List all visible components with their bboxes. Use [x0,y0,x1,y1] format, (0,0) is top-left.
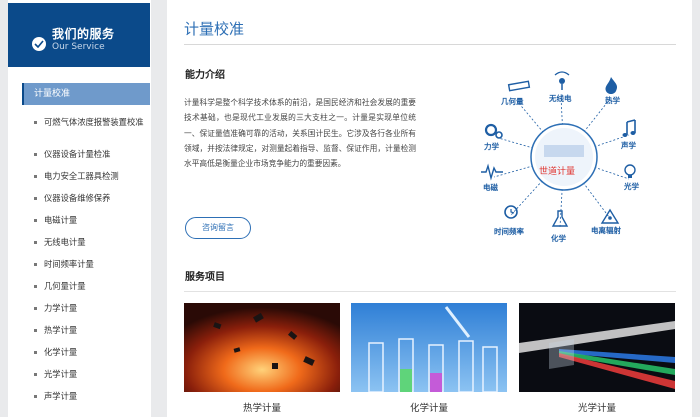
bullet-icon [34,263,37,266]
thermal-image [184,303,340,392]
services-heading: 服务项目 [185,272,225,283]
bullet-icon [34,285,37,288]
label-optical: 光学 [624,182,639,191]
sidebar-item-label: 化学计量 [44,347,78,357]
sidebar-item[interactable]: 几何量计量 [22,281,150,292]
sidebar-item-label: 力学计量 [44,303,78,313]
sidebar-item-label: 无线电计量 [44,237,86,247]
wave-icon [481,163,503,181]
sidebar-item[interactable]: 可燃气体浓度报警装置校准 [22,117,150,128]
bullet-icon [34,351,37,354]
sidebar-item-label: 几何量计量 [44,281,86,291]
label-electromagnetic: 电磁 [483,183,498,192]
music-note-icon [622,119,636,137]
bullet-icon [34,219,37,222]
sidebar-item-active[interactable]: 计量校准 [22,83,150,105]
card-caption: 光学计量 [577,403,616,414]
service-header-subtitle: Our Service [52,42,105,52]
diagram-center-label: 世道计量 [539,167,576,177]
ruler-icon [507,80,531,92]
card-caption: 化学计量 [409,403,448,414]
card-caption: 热学计量 [242,403,281,414]
check-circle-icon [32,37,46,51]
sidebar-item-label: 可燃气体浓度报警装置校准 [44,117,144,127]
sidebar-item[interactable]: 热学计量 [22,325,150,336]
sidebar-item-label: 光学计量 [44,369,78,379]
sidebar-item[interactable]: 化学计量 [22,347,150,358]
service-card-thermal[interactable]: 热学计量 [184,303,340,417]
bulb-icon [624,164,636,178]
sidebar-item[interactable]: 电力安全工器具检测 [22,171,150,182]
service-header: 我们的服务 Our Service [8,3,150,67]
bullet-icon [34,373,37,376]
service-header-title: 我们的服务 [52,27,115,41]
page-title: 计量校准 [184,20,245,38]
sidebar-item[interactable]: 仪器设备维修保养 [22,193,150,204]
main-content: 计量校准 能力介绍 计量科学是整个科学技术体系的前沿，是国民经济和社会发展的重要… [167,0,692,417]
label-chemistry: 化学 [551,234,566,243]
sidebar-item-label: 声学计量 [44,391,78,401]
optical-image [519,303,675,392]
sidebar-item[interactable]: 光学计量 [22,369,150,380]
label-mechanics: 力学 [484,142,499,151]
bullet-icon [34,329,37,332]
sidebar-item[interactable]: 时间频率计量 [22,259,150,270]
intro-paragraph: 计量科学是整个科学技术体系的前沿，是国民经济和社会发展的重要技术基础，也是现代工… [184,98,416,169]
sidebar-item[interactable]: 电磁计量 [22,215,150,226]
sidebar-item-label: 时间频率计量 [44,259,94,269]
bullet-icon [34,197,37,200]
capability-diagram: 几何量 无线电 热学 力学 声学 电磁 光学 时间频率 化学 电离辐射 世道计量 [467,65,662,250]
flame-icon [605,77,618,94]
sidebar-item[interactable]: 力学计量 [22,303,150,314]
label-thermal: 热学 [605,96,620,105]
service-card-chemistry[interactable]: 化学计量 [351,303,507,417]
sidebar: 我们的服务 Our Service 计量校准 可燃气体浓度报警装置校准 仪器设备… [8,0,151,417]
label-acoustic: 声学 [621,141,636,150]
bullet-icon [34,241,37,244]
antenna-icon [554,71,570,90]
bullet-icon [34,121,37,124]
consult-button[interactable]: 咨询留言 [185,217,251,239]
radiation-icon [600,208,620,224]
services-divider [184,291,676,292]
bullet-icon [34,175,37,178]
gear-icon [484,123,503,139]
sidebar-item-label: 仪器设备维修保养 [44,193,111,203]
label-radio: 无线电 [549,94,572,103]
capability-heading: 能力介绍 [185,70,225,81]
bullet-icon [34,395,37,398]
sidebar-item-label: 热学计量 [44,325,78,335]
sidebar-item-label: 电力安全工器具检测 [44,171,119,181]
label-radiation: 电离辐射 [591,226,621,235]
bullet-icon [34,307,37,310]
label-geometry: 几何量 [501,97,524,106]
sidebar-item[interactable]: 声学计量 [22,391,150,402]
sidebar-item[interactable]: 仪器设备计量检准 [22,149,150,160]
title-divider [184,44,676,45]
sidebar-item-label: 电磁计量 [44,215,78,225]
sidebar-item-label: 仪器设备计量检准 [44,149,111,159]
flask-icon [551,210,569,227]
clock-icon [504,205,518,219]
service-card-optical[interactable]: 光学计量 [519,303,675,417]
bullet-icon [34,153,37,156]
chemistry-image [351,303,507,392]
label-time-frequency: 时间频率 [494,227,524,236]
sidebar-item[interactable]: 无线电计量 [22,237,150,248]
